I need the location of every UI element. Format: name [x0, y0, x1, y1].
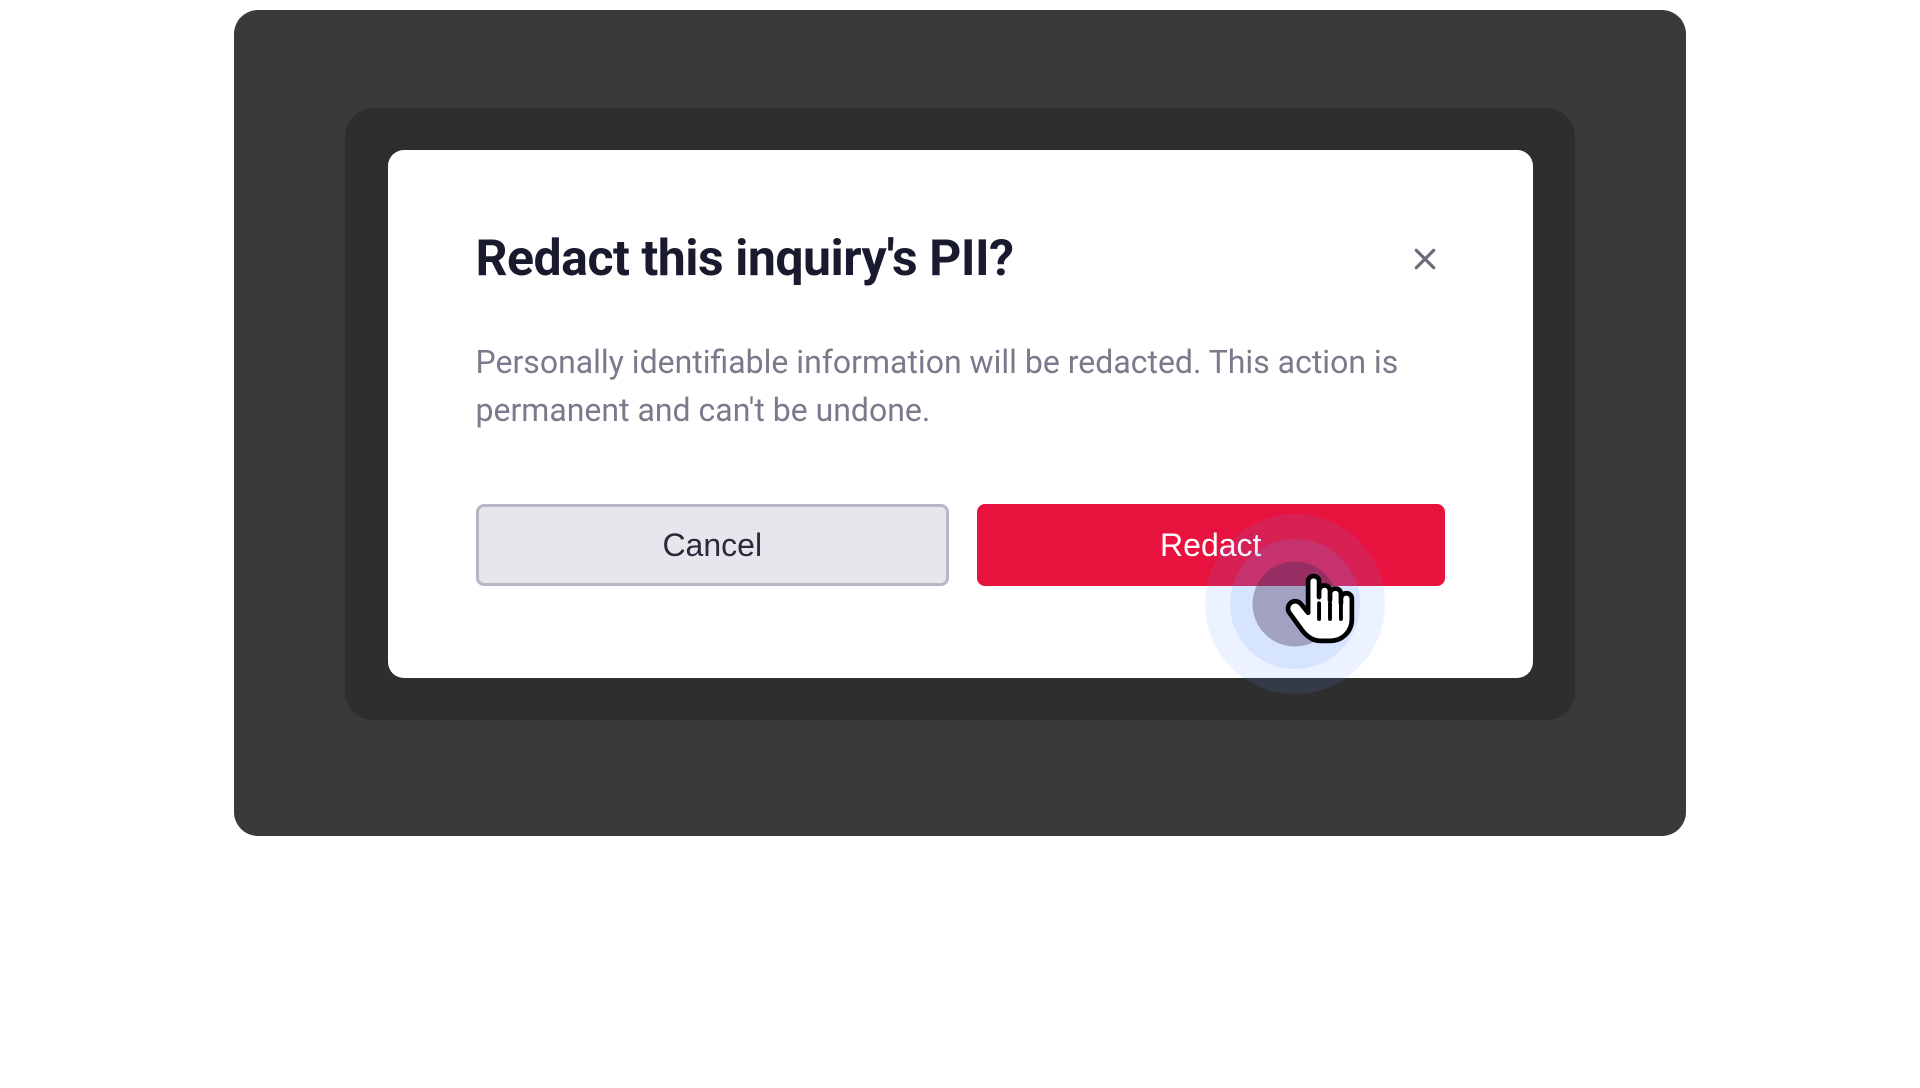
cursor-hand-icon [1280, 569, 1355, 644]
close-icon [1410, 244, 1440, 274]
outer-frame: Redact this inquiry's PII? Personally id… [234, 10, 1686, 836]
confirmation-modal: Redact this inquiry's PII? Personally id… [388, 150, 1533, 678]
redact-button-label: Redact [1160, 527, 1261, 564]
modal-description: Personally identifiable information will… [476, 338, 1436, 434]
cancel-button[interactable]: Cancel [476, 504, 950, 586]
close-button[interactable] [1405, 239, 1445, 279]
modal-title: Redact this inquiry's PII? [476, 230, 1014, 288]
redact-button[interactable]: Redact [977, 504, 1445, 586]
cancel-button-label: Cancel [662, 527, 762, 564]
modal-header: Redact this inquiry's PII? [476, 230, 1445, 288]
button-row: Cancel Redact [476, 504, 1445, 586]
ripple-inner [1252, 562, 1337, 647]
modal-backdrop: Redact this inquiry's PII? Personally id… [345, 108, 1575, 720]
